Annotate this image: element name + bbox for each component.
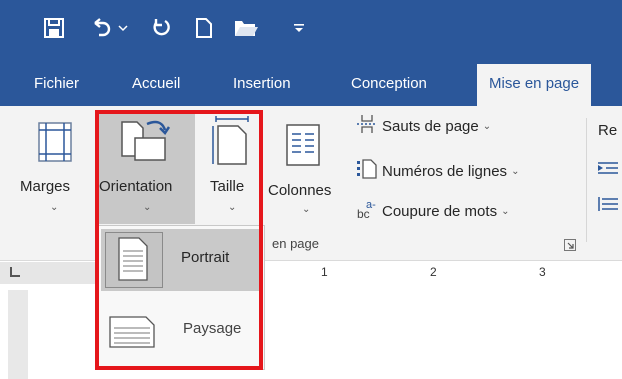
- hyphenation-icon: bc a-: [356, 198, 378, 224]
- chevron-down-icon: ⌄: [302, 204, 311, 215]
- line-numbers-button[interactable]: Numéros de lignes ⌄: [356, 158, 519, 184]
- paysage-label: Paysage: [183, 320, 242, 337]
- portrait-page-icon: [118, 237, 148, 286]
- size-label: Taille: [210, 178, 245, 195]
- new-document-icon[interactable]: [193, 14, 215, 42]
- menu-item-portrait[interactable]: Portrait: [101, 229, 261, 291]
- size-button[interactable]: Taille ⌄: [206, 112, 258, 224]
- chevron-down-icon: ⌄: [228, 202, 237, 213]
- line-numbers-icon: [356, 158, 378, 184]
- page-break-icon: [356, 114, 378, 138]
- chevron-down-icon: ⌄: [50, 202, 59, 213]
- group-label-mise-en-page: en page: [272, 236, 319, 251]
- quick-access-toolbar: [0, 0, 622, 62]
- vertical-ruler[interactable]: [8, 290, 28, 379]
- columns-button[interactable]: Colonnes ⌄: [266, 112, 346, 224]
- tab-fichier[interactable]: Fichier: [34, 62, 79, 106]
- orientation-label: Orientation: [99, 178, 173, 195]
- spacing-icon: [598, 196, 618, 217]
- tab-insertion[interactable]: Insertion: [233, 62, 291, 106]
- ruler-mark-1: 1: [321, 265, 328, 279]
- page-breaks-label: Sauts de page: [382, 117, 479, 135]
- columns-icon: [286, 124, 320, 171]
- save-icon[interactable]: [40, 14, 68, 42]
- margins-label: Marges: [20, 178, 71, 195]
- ribbon-tabs: Fichier Accueil Insertion Conception Mis…: [0, 62, 622, 106]
- portrait-label: Portrait: [181, 249, 230, 266]
- dialog-launcher-icon[interactable]: [564, 238, 576, 256]
- redo-icon[interactable]: [148, 14, 174, 42]
- columns-label: Colonnes: [268, 182, 332, 199]
- chevron-down-icon: ⌄: [501, 205, 510, 217]
- margins-icon: [38, 122, 72, 167]
- hyphenation-label: Coupure de mots: [382, 202, 498, 220]
- line-numbers-label: Numéros de lignes: [382, 162, 508, 180]
- svg-text:a-: a-: [366, 199, 376, 211]
- chevron-down-icon: ⌄: [482, 120, 492, 132]
- tab-conception[interactable]: Conception: [351, 62, 427, 106]
- ruler-mark-3: 3: [539, 265, 546, 279]
- tab-mise-en-page[interactable]: Mise en page: [477, 64, 592, 106]
- landscape-page-icon: [109, 316, 155, 353]
- tab-accueil[interactable]: Accueil: [132, 62, 180, 106]
- open-folder-icon[interactable]: [232, 14, 260, 42]
- ruler-text-area: [262, 262, 622, 284]
- menu-item-paysage[interactable]: Paysage: [101, 300, 261, 362]
- chevron-down-icon: ⌄: [143, 202, 152, 213]
- group-divider: [586, 118, 587, 242]
- orientation-button[interactable]: Orientation ⌄: [99, 112, 195, 224]
- hyphenation-button[interactable]: bc a- Coupure de mots ⌄: [356, 198, 509, 224]
- undo-icon[interactable]: [88, 14, 114, 42]
- margins-button[interactable]: Marges ⌄: [16, 112, 96, 224]
- size-icon: [212, 116, 250, 171]
- page-breaks-button[interactable]: Sauts de page ⌄: [356, 114, 491, 138]
- partial-next-group-label: Re: [598, 122, 618, 139]
- dropdown-arrow-icon[interactable]: [116, 14, 130, 42]
- ruler-mark-2: 2: [430, 265, 437, 279]
- tab-stop-selector-icon[interactable]: [10, 267, 20, 277]
- customize-qat-icon[interactable]: [292, 14, 306, 42]
- orientation-menu: Portrait Paysage: [97, 225, 265, 370]
- orientation-icon: [121, 116, 173, 169]
- indent-icon: [598, 160, 618, 181]
- horizontal-ruler[interactable]: 1 2 3: [0, 262, 622, 284]
- chevron-down-icon: ⌄: [511, 165, 520, 177]
